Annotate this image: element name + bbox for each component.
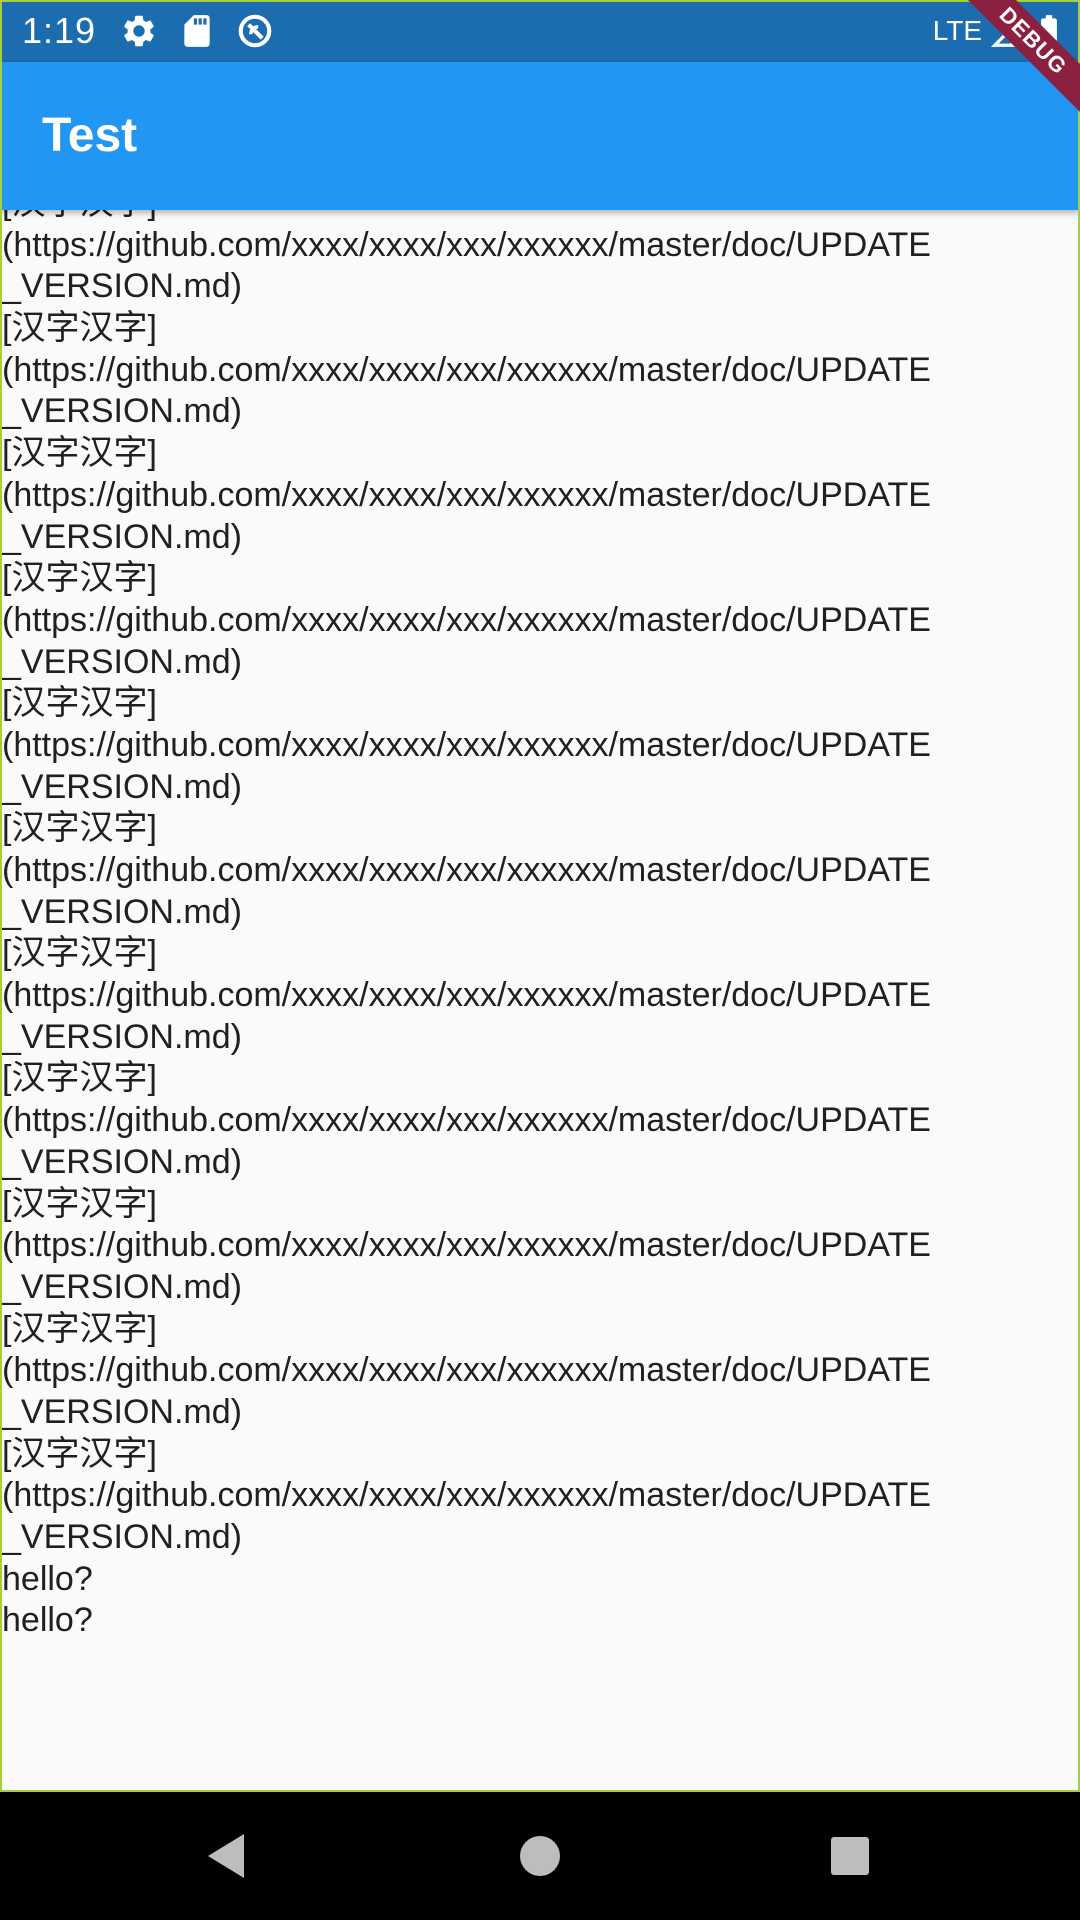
content-line: (https://github.com/xxxx/xxxx/xxx/xxxxxx…	[2, 350, 931, 389]
content-line: [汉字汉字]	[2, 1184, 157, 1223]
content-line: [汉字汉字]	[2, 1059, 157, 1098]
network-type: LTE	[932, 15, 982, 46]
content-line: _VERSION.md)	[2, 1518, 242, 1556]
content-line: [汉字汉字]	[2, 210, 1048, 225]
page-title: Test	[42, 109, 138, 162]
status-time: 1:19	[22, 10, 97, 51]
content-line: hello?	[2, 1559, 93, 1598]
device-screen: 1:19 LTE Test DEBUG [汉字汉字](https://githu…	[0, 0, 1080, 1920]
content-line: _VERSION.md)	[2, 517, 242, 556]
back-icon[interactable]	[194, 1824, 258, 1888]
content-line: (https://github.com/xxxx/xxxx/xxx/xxxxxx…	[2, 1101, 931, 1140]
content-line: (https://github.com/xxxx/xxxx/xxx/xxxxxx…	[2, 851, 931, 889]
app-bar: Test	[0, 62, 1080, 210]
sd-card-icon	[184, 15, 210, 47]
content-line: [汉字汉字]	[2, 1434, 157, 1473]
content-line: [汉字汉字]	[2, 434, 157, 473]
content-line: (https://github.com/xxxx/xxxx/xxx/xxxxxx…	[2, 225, 931, 264]
content-line: _VERSION.md)	[2, 1017, 242, 1056]
home-icon[interactable]	[508, 1824, 572, 1888]
content-line: _VERSION.md)	[2, 392, 242, 431]
content-line: (https://github.com/xxxx/xxxx/xxx/xxxxxx…	[2, 725, 931, 764]
recents-icon[interactable]	[818, 1824, 882, 1888]
status-bar: 1:19 LTE	[0, 0, 1080, 62]
content-line: (https://github.com/xxxx/xxxx/xxx/xxxxxx…	[2, 475, 931, 514]
content-line: [汉字汉字]	[2, 809, 157, 848]
content-line: _VERSION.md)	[2, 1267, 242, 1306]
content-line: [汉字汉字]	[2, 1309, 157, 1348]
content-line: _VERSION.md)	[2, 1392, 242, 1431]
content-line: (https://github.com/xxxx/xxxx/xxx/xxxxxx…	[2, 600, 931, 639]
content-line: (https://github.com/xxxx/xxxx/xxx/xxxxxx…	[2, 976, 931, 1015]
content-line: _VERSION.md)	[2, 892, 242, 931]
text-block: [汉字汉字](https://github.com/xxxx/xxxx/xxx/…	[2, 210, 1048, 1642]
content-line: (https://github.com/xxxx/xxxx/xxx/xxxxxx…	[2, 1226, 931, 1265]
content-line: [汉字汉字]	[2, 559, 157, 598]
no-disturb-icon	[238, 14, 272, 48]
content-line: [汉字汉字]	[2, 309, 157, 348]
content-line: _VERSION.md)	[2, 767, 242, 806]
content-line: _VERSION.md)	[2, 1142, 242, 1181]
content-line: [汉字汉字]	[2, 934, 157, 973]
content-line: hello?	[2, 1601, 93, 1640]
content-line: [汉字汉字]	[2, 684, 157, 723]
scroll-content[interactable]: [汉字汉字](https://github.com/xxxx/xxxx/xxx/…	[0, 210, 1080, 1792]
content-line: _VERSION.md)	[2, 267, 242, 306]
navigation-bar	[0, 1792, 1080, 1920]
content-line: _VERSION.md)	[2, 642, 242, 681]
settings-icon	[124, 15, 154, 47]
content-line: (https://github.com/xxxx/xxxx/xxx/xxxxxx…	[2, 1476, 931, 1515]
content-line: (https://github.com/xxxx/xxxx/xxx/xxxxxx…	[2, 1351, 931, 1390]
